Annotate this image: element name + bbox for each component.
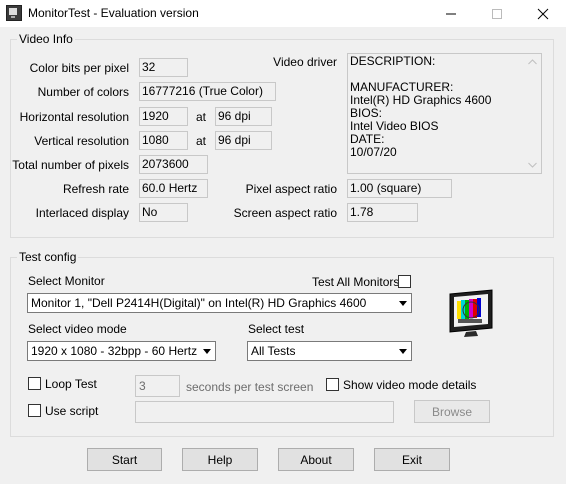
refresh-rate-label: Refresh rate xyxy=(62,182,129,196)
seconds-label: seconds per test screen xyxy=(186,380,314,394)
monitor-select-value: Monitor 1, "Dell P2414H(Digital)" on Int… xyxy=(31,296,367,310)
select-test-label: Select test xyxy=(248,322,305,336)
video-mode-select[interactable]: 1920 x 1080 - 32bpp - 60 Hertz xyxy=(27,341,216,361)
test-select-value: All Tests xyxy=(251,344,296,358)
maximize-button[interactable] xyxy=(474,0,520,28)
loop-test-checkbox[interactable] xyxy=(28,377,41,390)
test-pattern-monitor-icon xyxy=(446,288,496,338)
pixel-aspect-label: Pixel aspect ratio xyxy=(245,182,337,196)
use-script-label: Use script xyxy=(45,404,99,418)
pixel-aspect-value: 1.00 (square) xyxy=(347,179,452,198)
video-info-title: Video Info xyxy=(17,32,75,46)
h-res-label: Horizontal resolution xyxy=(19,110,129,124)
about-button[interactable]: About xyxy=(278,448,354,471)
minimize-button[interactable] xyxy=(428,0,474,28)
h-res-value: 1920 xyxy=(139,107,188,126)
total-pixels-label: Total number of pixels xyxy=(12,158,129,172)
test-all-monitors-checkbox[interactable] xyxy=(398,275,411,288)
show-details-checkbox[interactable] xyxy=(326,378,339,391)
maximize-icon xyxy=(492,9,502,19)
exit-button[interactable]: Exit xyxy=(374,448,450,471)
help-button[interactable]: Help xyxy=(182,448,258,471)
chevron-down-icon xyxy=(395,342,411,360)
color-bits-label: Color bits per pixel xyxy=(29,61,129,75)
refresh-rate-value: 60.0 Hertz xyxy=(139,179,208,198)
test-config-title: Test config xyxy=(17,250,79,264)
screen-aspect-value: 1.78 xyxy=(347,203,418,222)
monitor-select[interactable]: Monitor 1, "Dell P2414H(Digital)" on Int… xyxy=(27,293,412,313)
show-details-label: Show video mode details xyxy=(343,378,477,392)
test-all-monitors-label: Test All Monitors xyxy=(312,275,400,289)
script-path-input[interactable] xyxy=(135,401,394,423)
select-video-mode-label: Select video mode xyxy=(28,322,127,336)
select-monitor-label: Select Monitor xyxy=(28,274,105,288)
video-driver-label: Video driver xyxy=(273,55,337,69)
video-driver-text: DESCRIPTION: MANUFACTURER: Intel(R) HD G… xyxy=(350,54,492,159)
interlaced-value: No xyxy=(139,203,188,222)
interlaced-label: Interlaced display xyxy=(35,206,129,220)
v-dpi-value: 96 dpi xyxy=(215,131,272,150)
browse-button[interactable]: Browse xyxy=(414,400,490,423)
app-icon xyxy=(6,5,22,21)
close-icon xyxy=(537,8,549,20)
minimize-icon xyxy=(446,13,456,15)
title-bar: MonitorTest - Evaluation version xyxy=(0,0,566,28)
use-script-checkbox[interactable] xyxy=(28,404,41,417)
scroll-down-icon xyxy=(528,162,537,168)
v-res-value: 1080 xyxy=(139,131,188,150)
scroll-up-icon xyxy=(528,59,537,65)
h-at-label: at xyxy=(196,110,207,124)
num-colors-label: Number of colors xyxy=(37,85,129,99)
total-pixels-value: 2073600 xyxy=(139,155,208,174)
num-colors-value: 16777216 (True Color) xyxy=(139,82,276,101)
close-button[interactable] xyxy=(520,0,566,28)
chevron-down-icon xyxy=(395,294,411,312)
window-title: MonitorTest - Evaluation version xyxy=(28,6,199,20)
test-select[interactable]: All Tests xyxy=(247,341,412,361)
video-driver-box[interactable]: DESCRIPTION: MANUFACTURER: Intel(R) HD G… xyxy=(347,53,542,174)
loop-test-label: Loop Test xyxy=(45,377,97,391)
video-mode-select-value: 1920 x 1080 - 32bpp - 60 Hertz xyxy=(31,344,198,358)
chevron-down-icon xyxy=(199,342,215,360)
screen-aspect-label: Screen aspect ratio xyxy=(233,206,337,220)
seconds-input[interactable]: 3 xyxy=(135,375,180,397)
v-res-label: Vertical resolution xyxy=(34,134,129,148)
h-dpi-value: 96 dpi xyxy=(215,107,272,126)
start-button[interactable]: Start xyxy=(87,448,162,471)
color-bits-value: 32 xyxy=(139,58,188,77)
v-at-label: at xyxy=(196,134,207,148)
driver-scrollbar[interactable] xyxy=(524,54,541,173)
